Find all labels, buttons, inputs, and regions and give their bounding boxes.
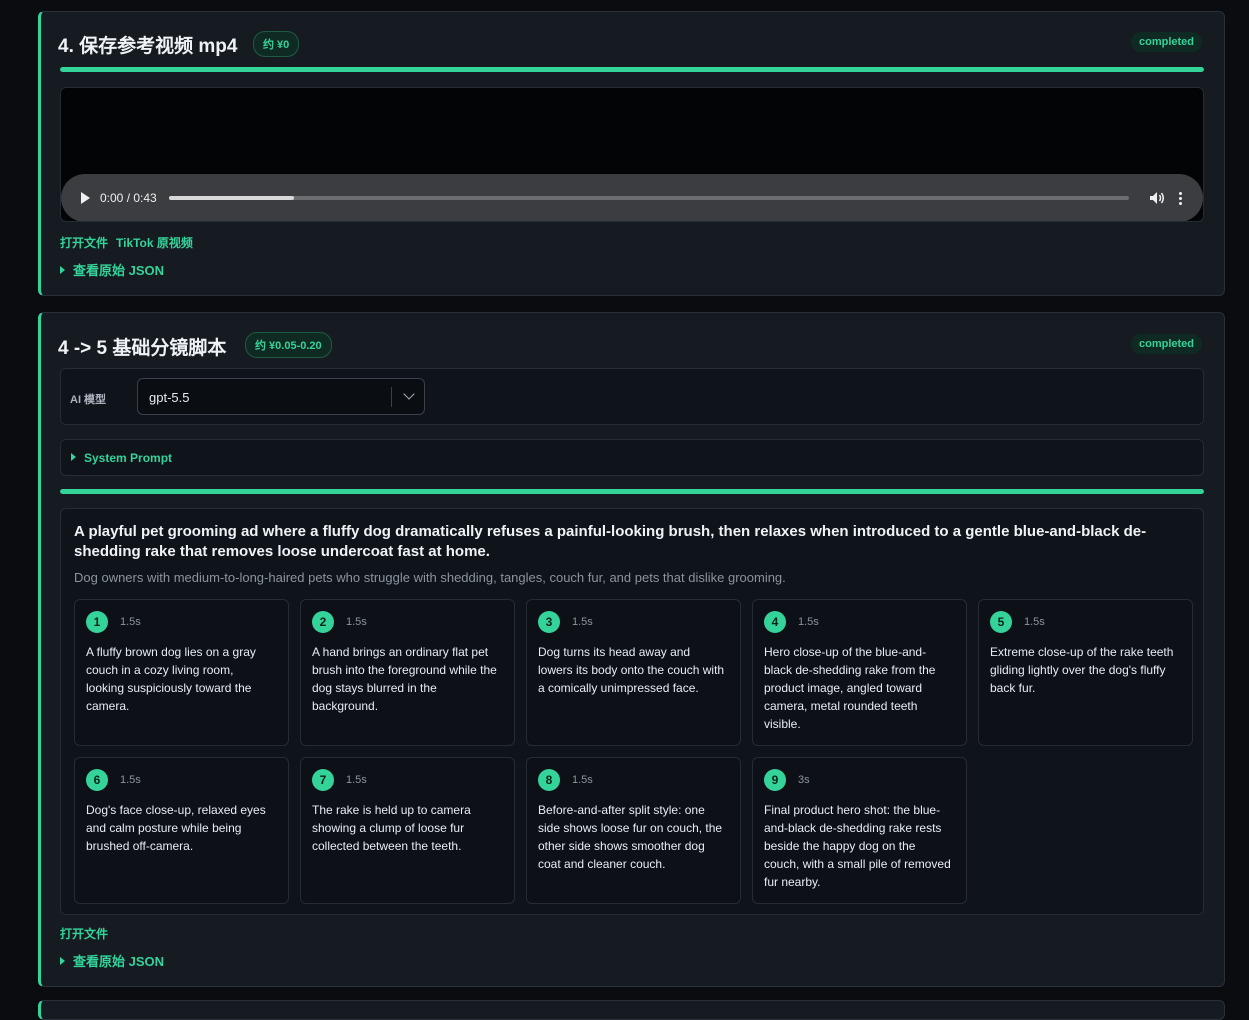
raw-json-label: 查看原始 JSON bbox=[73, 954, 165, 969]
system-prompt-section[interactable]: System Prompt bbox=[60, 439, 1204, 476]
shot-duration: 3s bbox=[798, 774, 810, 786]
tiktok-original-link[interactable]: TikTok 原视频 bbox=[116, 234, 193, 251]
shot-duration: 1.5s bbox=[346, 616, 367, 628]
raw-json-label: 查看原始 JSON bbox=[73, 263, 165, 278]
shot-description: Final product hero shot: the blue-and-bl… bbox=[764, 803, 951, 889]
open-file-link[interactable]: 打开文件 bbox=[60, 925, 108, 942]
shot-duration: 1.5s bbox=[120, 616, 141, 628]
shot-card: 1 1.5s A fluffy brown dog lies on a gray c… bbox=[74, 599, 289, 746]
card-title: 4 -> 5 基础分镜脚本 bbox=[58, 338, 227, 359]
shot-number: 2 bbox=[312, 611, 334, 633]
shot-number: 6 bbox=[86, 769, 108, 791]
time-display: 0:00 / 0:43 bbox=[100, 191, 157, 205]
shot-duration: 1.5s bbox=[572, 774, 593, 786]
more-options-icon[interactable] bbox=[1179, 191, 1183, 205]
volume-icon[interactable] bbox=[1149, 191, 1165, 205]
progress-bar bbox=[60, 489, 1204, 494]
shot-card: 2 1.5s A hand brings an ordinary flat pet … bbox=[300, 599, 515, 746]
price-badge: 约 ¥0 bbox=[253, 31, 300, 57]
shot-card: 7 1.5s The rake is held up to camera showi… bbox=[300, 757, 515, 904]
shot-duration: 1.5s bbox=[798, 616, 819, 628]
seek-fill bbox=[168, 196, 294, 200]
select-divider bbox=[391, 387, 392, 407]
shot-description: Extreme close-up of the rake teeth glidi… bbox=[990, 645, 1174, 695]
model-selector-row: AI 模型 gpt-5.5 bbox=[60, 368, 1204, 425]
storyboard-panel: A playful pet grooming ad where a fluffy… bbox=[60, 508, 1204, 915]
shot-card: 4 1.5s Hero close-up of the blue-and-black… bbox=[752, 599, 967, 746]
progress-fill bbox=[60, 489, 1204, 494]
shot-card: 5 1.5s Extreme close-up of the rake teeth … bbox=[978, 599, 1193, 746]
shot-number: 8 bbox=[538, 769, 560, 791]
shot-card: 8 1.5s Before-and-after split style: one s… bbox=[526, 757, 741, 904]
system-prompt-toggle[interactable]: System Prompt bbox=[71, 451, 172, 465]
shot-card: 3 1.5s Dog turns its head away and lowers … bbox=[526, 599, 741, 746]
next-step-card bbox=[38, 1000, 1225, 1020]
status-badge: completed bbox=[1130, 32, 1202, 52]
system-prompt-label: System Prompt bbox=[84, 451, 173, 465]
shot-number: 4 bbox=[764, 611, 786, 633]
shot-number: 7 bbox=[312, 769, 334, 791]
model-label: AI 模型 bbox=[70, 394, 107, 406]
progress-bar bbox=[60, 67, 1204, 72]
shot-duration: 1.5s bbox=[346, 774, 367, 786]
raw-json-toggle[interactable]: 查看原始 JSON bbox=[60, 260, 164, 279]
step-card-save-video: 4. 保存参考视频 mp4 约 ¥0 completed 0:00 / 0:43… bbox=[38, 11, 1225, 296]
shot-description: A fluffy brown dog lies on a gray couch … bbox=[86, 645, 256, 713]
expand-triangle-icon bbox=[60, 957, 65, 965]
shot-card: 9 3s Final product hero shot: the blue-and… bbox=[752, 757, 967, 904]
seek-bar[interactable] bbox=[168, 196, 1129, 200]
model-select[interactable]: gpt-5.5 bbox=[137, 378, 425, 415]
expand-triangle-icon bbox=[60, 266, 65, 274]
audience-text: Dog owners with medium-to-long-haired pe… bbox=[74, 570, 786, 585]
media-controls: 0:00 / 0:43 bbox=[61, 174, 1203, 221]
shot-number: 3 bbox=[538, 611, 560, 633]
status-badge: completed bbox=[1130, 334, 1202, 354]
open-file-link[interactable]: 打开文件 bbox=[60, 234, 108, 251]
shot-duration: 1.5s bbox=[1024, 616, 1045, 628]
shot-card: 6 1.5s Dog's face close-up, relaxed eyes a… bbox=[74, 757, 289, 904]
concept-text: A playful pet grooming ad where a fluffy… bbox=[74, 523, 1147, 560]
shot-description: Dog's face close-up, relaxed eyes and ca… bbox=[86, 803, 266, 853]
step-card-storyboard: 4 -> 5 基础分镜脚本 约 ¥0.05-0.20 completed AI … bbox=[38, 312, 1225, 987]
chevron-down-icon bbox=[403, 388, 415, 400]
shot-description: Before-and-after split style: one side s… bbox=[538, 803, 723, 871]
shot-number: 9 bbox=[764, 769, 786, 791]
model-select-value: gpt-5.5 bbox=[149, 390, 190, 405]
raw-json-toggle[interactable]: 查看原始 JSON bbox=[60, 951, 164, 970]
shot-number: 1 bbox=[86, 611, 108, 633]
expand-triangle-icon bbox=[71, 453, 76, 461]
card-title: 4. 保存参考视频 mp4 bbox=[58, 36, 238, 57]
shot-duration: 1.5s bbox=[572, 616, 593, 628]
play-icon[interactable] bbox=[81, 192, 90, 204]
shot-duration: 1.5s bbox=[120, 774, 141, 786]
shot-description: Dog turns its head away and lowers its b… bbox=[538, 645, 725, 695]
shot-number: 5 bbox=[990, 611, 1012, 633]
shot-description: Hero close-up of the blue-and-black de-s… bbox=[764, 645, 936, 731]
shot-description: The rake is held up to camera showing a … bbox=[312, 803, 471, 853]
shot-description: A hand brings an ordinary flat pet brush… bbox=[312, 645, 497, 713]
progress-fill bbox=[60, 67, 1204, 72]
price-badge: 约 ¥0.05-0.20 bbox=[245, 332, 332, 358]
video-player[interactable]: 0:00 / 0:43 bbox=[60, 87, 1204, 222]
